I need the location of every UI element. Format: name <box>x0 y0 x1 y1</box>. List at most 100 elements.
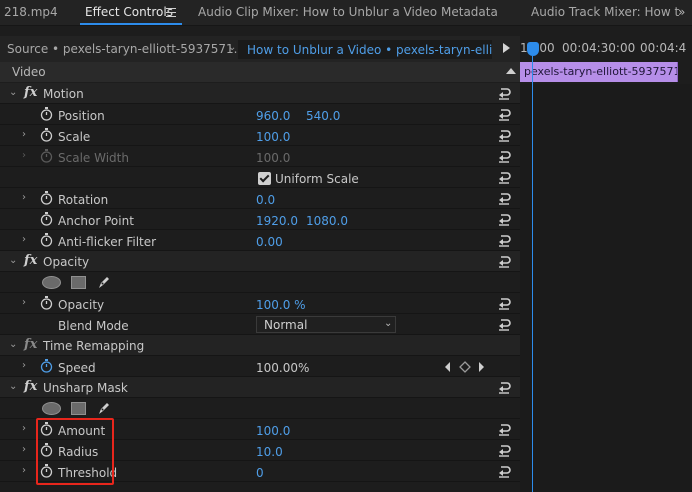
timeline-area[interactable] <box>520 84 692 492</box>
twirl-closed-icon[interactable]: › <box>22 297 26 308</box>
position-x-value[interactable]: 960.0 <box>256 109 290 123</box>
twirl-open-icon[interactable]: ⌄ <box>9 87 17 98</box>
tab-metadata[interactable]: Metadata <box>441 0 498 25</box>
position-y-value[interactable]: 540.0 <box>306 109 340 123</box>
reset-icon[interactable] <box>497 464 511 478</box>
scale-value[interactable]: 100.0 <box>256 130 290 144</box>
twirl-closed-icon[interactable]: › <box>22 465 26 476</box>
effect-label: Motion <box>43 87 84 101</box>
fx-icon[interactable]: fx <box>24 253 37 268</box>
prop-label: Opacity <box>58 298 105 312</box>
timeline-ruler[interactable]: 16:00 00:04:30:00 00:04:4 <box>520 36 692 60</box>
sequence-selector[interactable]: How to Unblur a Video • pexels-taryn-ell… <box>238 40 492 59</box>
fx-icon[interactable]: fx <box>24 85 37 100</box>
reset-icon[interactable] <box>497 191 511 205</box>
reset-icon[interactable] <box>497 86 511 100</box>
radius-value[interactable]: 10.0 <box>256 445 283 459</box>
twirl-open-icon[interactable]: ⌄ <box>9 381 17 392</box>
reset-icon[interactable] <box>497 317 511 331</box>
rotation-value[interactable]: 0.0 <box>256 193 275 207</box>
active-tab-indicator <box>80 23 182 25</box>
panel-menu-icon[interactable] <box>166 8 176 17</box>
video-header-label: Video <box>12 65 46 79</box>
tab-overflow-icon[interactable]: » <box>678 5 685 19</box>
ellipse-mask-icon[interactable] <box>42 276 61 289</box>
ellipse-mask-icon[interactable] <box>42 402 61 415</box>
effect-time-remapping-header[interactable]: ⌄ fx Time Remapping <box>0 335 520 356</box>
source-sequence-row: Source • pexels-taryn-elliott-5937571.mp… <box>0 36 520 62</box>
play-triangle-icon[interactable] <box>503 43 510 53</box>
panel-tab-bar: 218.mp4 Effect Controls Audio Clip Mixer… <box>0 0 692 26</box>
chevron-down-icon[interactable]: ⌄ <box>228 42 236 53</box>
pen-mask-icon[interactable] <box>96 400 112 416</box>
effect-opacity-header[interactable]: ⌄ fx Opacity <box>0 251 520 272</box>
reset-icon[interactable] <box>497 380 511 394</box>
video-section-header: Video <box>0 62 520 82</box>
reset-icon[interactable] <box>497 443 511 457</box>
prop-scale: › Scale 100.0 <box>0 125 520 146</box>
twirl-closed-icon[interactable]: › <box>22 423 26 434</box>
tab-effect-controls[interactable]: Effect Controls <box>85 0 173 25</box>
reset-icon[interactable] <box>497 422 511 436</box>
scale-width-value: 100.0 <box>256 151 291 165</box>
anti-flicker-value[interactable]: 0.00 <box>256 235 283 249</box>
reset-icon[interactable] <box>497 296 511 310</box>
speed-value[interactable]: 100.00% <box>256 361 309 375</box>
tab-source-clip[interactable]: 218.mp4 <box>4 0 58 25</box>
source-clip-label: Source • pexels-taryn-elliott-5937571.mp… <box>7 42 265 56</box>
twirl-closed-icon: › <box>22 150 26 161</box>
prop-blend-mode: Blend Mode Normal ⌄ <box>0 314 520 335</box>
stopwatch-icon[interactable] <box>40 191 53 205</box>
anchor-y-value[interactable]: 1080.0 <box>306 214 348 228</box>
pen-mask-icon[interactable] <box>96 274 112 290</box>
threshold-value[interactable]: 0 <box>256 466 264 480</box>
prop-label: Scale Width <box>58 151 129 165</box>
twirl-closed-icon[interactable]: › <box>22 234 26 245</box>
stopwatch-icon[interactable] <box>40 212 53 226</box>
stopwatch-icon[interactable] <box>40 296 53 310</box>
reset-icon[interactable] <box>497 254 511 268</box>
clip-bar[interactable]: pexels-taryn-elliott-5937571.m <box>520 62 678 82</box>
opacity-value[interactable]: 100.0 % <box>256 298 306 312</box>
twirl-closed-icon[interactable]: › <box>22 129 26 140</box>
reset-icon[interactable] <box>497 107 511 121</box>
reset-icon[interactable] <box>497 128 511 142</box>
prop-uniform-scale: Uniform Scale <box>0 167 520 188</box>
tab-audio-clip-mixer[interactable]: Audio Clip Mixer: How to Unblur a Video <box>198 0 437 25</box>
rectangle-mask-icon[interactable] <box>71 276 86 289</box>
playhead-handle[interactable] <box>527 42 539 56</box>
uniform-scale-checkbox[interactable] <box>258 172 271 185</box>
amount-value[interactable]: 100.0 <box>256 424 290 438</box>
reset-icon[interactable] <box>497 212 511 226</box>
highlight-annotation-box <box>36 418 114 485</box>
blend-mode-select[interactable]: Normal ⌄ <box>256 316 396 333</box>
reset-icon[interactable] <box>497 233 511 247</box>
twirl-open-icon[interactable]: ⌄ <box>9 339 17 350</box>
prop-label: Scale <box>58 130 91 144</box>
stopwatch-icon[interactable] <box>40 128 53 142</box>
reset-icon[interactable] <box>497 170 511 184</box>
blend-mode-value: Normal <box>264 318 308 332</box>
prop-label: Blend Mode <box>58 319 129 333</box>
stopwatch-icon[interactable] <box>40 107 53 121</box>
prop-label: Speed <box>58 361 96 375</box>
effect-motion-header[interactable]: ⌄ fx Motion <box>0 83 520 104</box>
twirl-closed-icon[interactable]: › <box>22 444 26 455</box>
reset-icon[interactable] <box>497 149 511 163</box>
twirl-open-icon[interactable]: ⌄ <box>9 255 17 266</box>
keyframe-navigator-icon[interactable] <box>444 361 486 373</box>
uniform-scale-label: Uniform Scale <box>275 172 359 186</box>
anchor-x-value[interactable]: 1920.0 <box>256 214 298 228</box>
effect-unsharp-mask-header[interactable]: ⌄ fx Unsharp Mask <box>0 377 520 398</box>
fx-icon[interactable]: fx <box>24 379 37 394</box>
stopwatch-icon[interactable] <box>40 359 53 373</box>
twirl-closed-icon[interactable]: › <box>22 360 26 371</box>
tab-audio-track-mixer[interactable]: Audio Track Mixer: How t <box>531 0 679 25</box>
prop-speed: › Speed 100.00% <box>0 356 520 377</box>
unsharp-mask-tools <box>0 398 520 419</box>
stopwatch-icon[interactable] <box>40 233 53 247</box>
prop-position: Position 960.0 540.0 <box>0 104 520 125</box>
twirl-closed-icon[interactable]: › <box>22 192 26 203</box>
collapse-up-icon[interactable] <box>506 68 516 74</box>
rectangle-mask-icon[interactable] <box>71 402 86 415</box>
